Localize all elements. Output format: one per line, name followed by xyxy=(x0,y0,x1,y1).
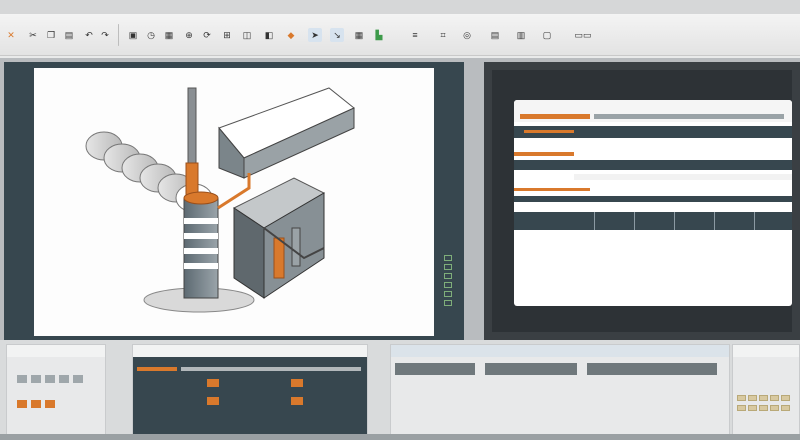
properties-panel-frame xyxy=(484,62,800,340)
side-control-icon[interactable] xyxy=(444,264,452,270)
ribbon-toolbar: ✕ ✂ ❐ ▤ ↶ ↷ ▣ ◷ ▦ ⊕ ⟳ ⊞ ◫ ◧ ◆ ➤ ↘ ▦ ▙ ≡ … xyxy=(0,14,800,56)
measure-icon[interactable]: ⊞ xyxy=(220,28,234,42)
row-indicator xyxy=(524,130,574,133)
title-strip xyxy=(0,0,800,14)
thumbnail-2[interactable] xyxy=(132,344,368,436)
orange-indicator xyxy=(520,114,590,119)
thumbnail-1[interactable] xyxy=(6,344,106,436)
value-field[interactable] xyxy=(574,174,792,180)
toolbar-separator xyxy=(118,24,119,46)
grey-indicator xyxy=(594,114,784,119)
zoom-icon[interactable]: ⊕ xyxy=(182,28,196,42)
data-table-row[interactable] xyxy=(514,212,792,230)
cad-application: ✕ ✂ ❐ ▤ ↶ ↷ ▣ ◷ ▦ ⊕ ⟳ ⊞ ◫ ◧ ◆ ➤ ↘ ▦ ▙ ≡ … xyxy=(0,0,800,440)
app-icon[interactable]: ✕ xyxy=(4,28,18,42)
table-divider xyxy=(674,212,675,230)
table-divider xyxy=(754,212,755,230)
copy-icon[interactable]: ❐ xyxy=(44,28,58,42)
window-icon[interactable]: ▢ xyxy=(540,28,554,42)
chart-icon[interactable]: ▥ xyxy=(514,28,528,42)
thumbnail-strip xyxy=(0,340,800,440)
print-icon[interactable]: ▦ xyxy=(162,28,176,42)
properties-row[interactable] xyxy=(514,160,792,170)
section-marker xyxy=(514,188,590,191)
properties-sheet xyxy=(514,100,792,306)
align-icon[interactable]: ≡ xyxy=(408,28,422,42)
properties-panel xyxy=(492,70,792,332)
plant-model-illustration xyxy=(85,87,355,313)
shape-icon[interactable]: ◆ xyxy=(284,28,298,42)
filter-icon[interactable]: ◎ xyxy=(460,28,474,42)
cut-icon[interactable]: ✂ xyxy=(26,28,40,42)
arrow-icon[interactable]: ↘ xyxy=(330,28,344,42)
export-icon[interactable]: ▙ xyxy=(372,28,386,42)
workspace xyxy=(0,58,800,340)
section-marker xyxy=(514,152,574,156)
undo-icon[interactable]: ↶ xyxy=(82,28,96,42)
table-icon[interactable]: ▤ xyxy=(488,28,502,42)
view-icon[interactable]: ◧ xyxy=(262,28,276,42)
thumbnail-3[interactable] xyxy=(390,344,730,436)
model-viewport-frame xyxy=(4,62,464,340)
grid-icon[interactable]: ▦ xyxy=(352,28,366,42)
side-control-icon[interactable] xyxy=(444,282,452,288)
table-divider xyxy=(634,212,635,230)
side-control-icon[interactable] xyxy=(444,300,452,306)
select-icon[interactable]: ➤ xyxy=(308,28,322,42)
rotate-icon[interactable]: ⟳ xyxy=(200,28,214,42)
viewport-side-controls[interactable] xyxy=(440,252,456,322)
redo-icon[interactable]: ↷ xyxy=(98,28,112,42)
open-icon[interactable]: ◷ xyxy=(144,28,158,42)
save-icon[interactable]: ▣ xyxy=(126,28,140,42)
toolbar-group[interactable]: ▭▭ xyxy=(566,28,600,42)
paste-icon[interactable]: ▤ xyxy=(62,28,76,42)
table-divider xyxy=(594,212,595,230)
side-control-icon[interactable] xyxy=(444,273,452,279)
layer-icon[interactable]: ◫ xyxy=(240,28,254,42)
thumbnail-4[interactable] xyxy=(732,344,800,436)
snap-icon[interactable]: ⌗ xyxy=(436,28,450,42)
status-bar xyxy=(0,434,800,440)
side-control-icon[interactable] xyxy=(444,255,452,261)
properties-row[interactable] xyxy=(514,196,792,202)
model-canvas[interactable] xyxy=(34,68,434,336)
table-divider xyxy=(714,212,715,230)
side-control-icon[interactable] xyxy=(444,291,452,297)
